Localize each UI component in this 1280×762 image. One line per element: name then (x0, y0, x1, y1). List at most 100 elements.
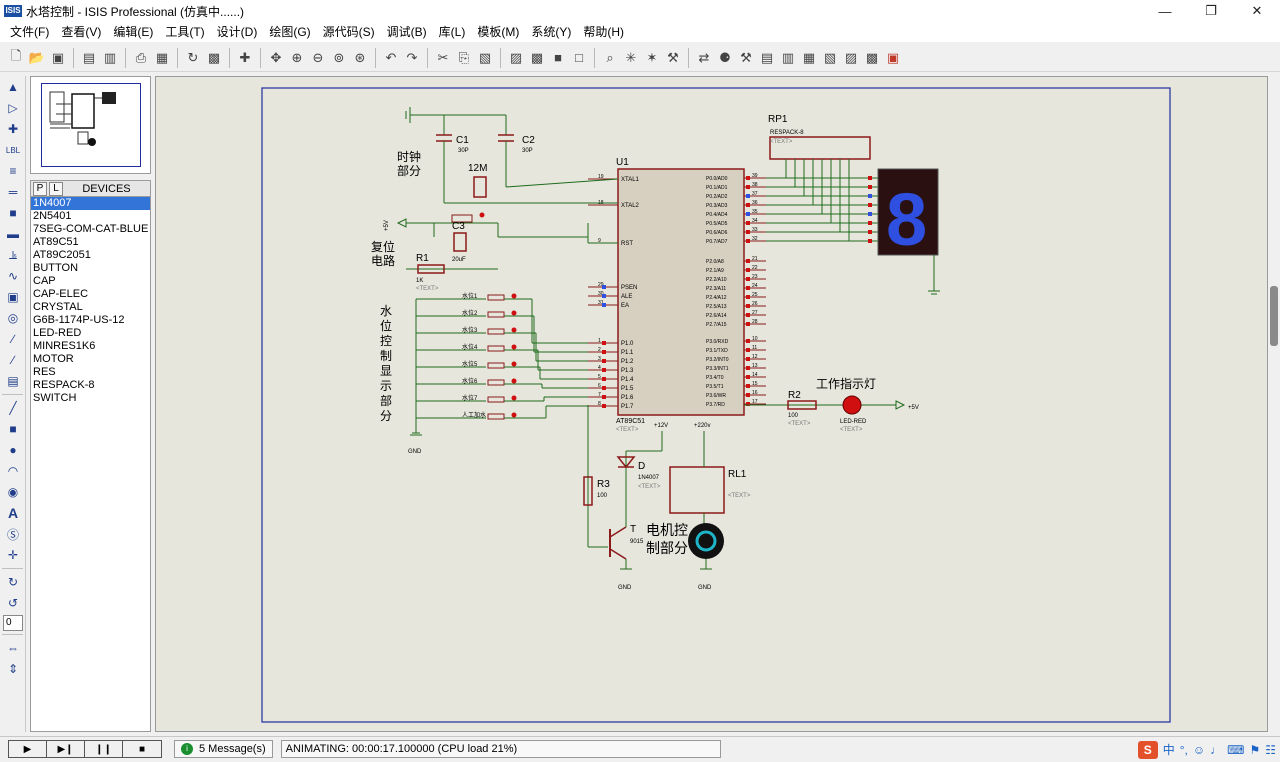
device-item[interactable]: 1N4007 (31, 197, 150, 210)
import-icon[interactable]: ▤ (79, 48, 99, 68)
export-icon[interactable]: ▥ (100, 48, 120, 68)
virtual-instruments-icon[interactable]: ▤ (2, 371, 24, 391)
bill-of-materials-icon[interactable]: ▧ (820, 48, 840, 68)
scrollbar-thumb[interactable] (1270, 286, 1278, 346)
menu-file[interactable]: 文件(F) (4, 22, 55, 42)
device-item[interactable]: MINRES1K6 (31, 340, 150, 353)
device-item[interactable]: CAP-ELEC (31, 288, 150, 301)
grid-icon[interactable]: ▩ (204, 48, 224, 68)
property-tool-icon[interactable]: ⚒ (736, 48, 756, 68)
menu-view[interactable]: 查看(V) (55, 22, 107, 42)
refresh-icon[interactable]: ↻ (183, 48, 203, 68)
device-item[interactable]: LED-RED (31, 327, 150, 340)
open-folder-icon[interactable]: 📂 (27, 48, 47, 68)
zoom-area-icon[interactable]: ⊛ (350, 48, 370, 68)
decompose-icon[interactable]: ⚒ (663, 48, 683, 68)
paste-icon[interactable]: ▧ (475, 48, 495, 68)
wire-autorouter-icon[interactable]: ⇄ (694, 48, 714, 68)
path-icon[interactable]: ◉ (2, 482, 24, 502)
menu-design[interactable]: 设计(D) (211, 22, 264, 42)
zoom-in-icon[interactable]: ⊕ (287, 48, 307, 68)
block-rotate-icon[interactable]: ■ (548, 48, 568, 68)
text-script-icon[interactable]: ≡ (2, 161, 24, 181)
overview-window[interactable] (30, 76, 151, 174)
device-item[interactable]: BUTTON (31, 262, 150, 275)
play-icon[interactable]: ▶ (9, 741, 47, 757)
device-pins-icon[interactable]: ⫡ (2, 245, 24, 265)
overview-viewport[interactable] (41, 83, 141, 167)
device-item[interactable]: RESPACK-8 (31, 379, 150, 392)
device-item[interactable]: 2N5401 (31, 210, 150, 223)
mirror-vertical-icon[interactable]: ⇕ (2, 659, 24, 679)
device-item[interactable]: AT89C51 (31, 236, 150, 249)
keyboard-icon[interactable]: ⌨ (1227, 743, 1244, 757)
graph-icon[interactable]: ∿ (2, 266, 24, 286)
voltage-probe-icon[interactable]: ∕ (2, 329, 24, 349)
menu-system[interactable]: 系统(Y) (525, 22, 577, 42)
device-item[interactable]: AT89C2051 (31, 249, 150, 262)
ares-icon[interactable]: ▣ (883, 48, 903, 68)
new-sheet-icon[interactable]: ▤ (757, 48, 777, 68)
ime-mode[interactable]: 中 (1163, 741, 1175, 758)
pause-icon[interactable]: ❙❙ (85, 741, 123, 757)
tape-recorder-icon[interactable]: ▣ (2, 287, 24, 307)
rotate-ccw-icon[interactable]: ↺ (2, 593, 24, 613)
circle-icon[interactable]: ● (2, 440, 24, 460)
packaging-icon[interactable]: ✶ (642, 48, 662, 68)
menu-template[interactable]: 模板(M) (471, 22, 525, 42)
save-icon[interactable]: ▣ (48, 48, 68, 68)
bus-icon[interactable]: ═ (2, 182, 24, 202)
device-item[interactable]: CAP (31, 275, 150, 288)
toolbox-icon[interactable]: ☷ (1265, 743, 1276, 757)
device-item[interactable]: MOTOR (31, 353, 150, 366)
new-file-icon[interactable]: 🗋 (6, 48, 26, 68)
block-move-icon[interactable]: ▩ (527, 48, 547, 68)
netlist-icon[interactable]: ▩ (862, 48, 882, 68)
sogou-ime-icon[interactable]: S (1137, 740, 1158, 759)
device-item[interactable]: G6B-1174P-US-12 (31, 314, 150, 327)
emoji-icon[interactable]: ☺ (1193, 743, 1205, 757)
restore-icon[interactable]: ❐ (1188, 0, 1234, 22)
mirror-horizontal-icon[interactable]: ⇔ (2, 638, 24, 658)
pick-device-icon[interactable]: ⌕ (600, 48, 620, 68)
menu-tools[interactable]: 工具(T) (159, 22, 210, 42)
undo-icon[interactable]: ↶ (381, 48, 401, 68)
zoom-all-icon[interactable]: ⊚ (329, 48, 349, 68)
search-tag-icon[interactable]: ⚈ (715, 48, 735, 68)
menu-debug[interactable]: 调试(B) (381, 22, 433, 42)
stop-icon[interactable]: ■ (123, 741, 161, 757)
message-count[interactable]: i 5 Message(s) (174, 740, 273, 758)
library-manager-button[interactable]: L (49, 181, 63, 196)
copy-icon[interactable]: ⎘ (454, 48, 474, 68)
minimize-icon[interactable]: — (1142, 0, 1188, 22)
rotation-angle-field[interactable]: 0 (3, 615, 23, 631)
block-copy-icon[interactable]: ▨ (506, 48, 526, 68)
zoom-out-icon[interactable]: ⊖ (308, 48, 328, 68)
electrical-check-icon[interactable]: ▨ (841, 48, 861, 68)
print-icon[interactable]: ⎙ (131, 48, 151, 68)
pan-icon[interactable]: ✥ (266, 48, 286, 68)
selection-mode-icon[interactable]: ▲ (2, 77, 24, 97)
block-delete-icon[interactable]: □ (569, 48, 589, 68)
goto-sheet-icon[interactable]: ▦ (799, 48, 819, 68)
marker-icon[interactable]: ✛ (2, 545, 24, 565)
subcircuit-icon[interactable]: ■ (2, 203, 24, 223)
pick-from-library-button[interactable]: P (33, 181, 47, 196)
microphone-icon[interactable]: ♩ (1210, 743, 1222, 757)
cut-icon[interactable]: ✂ (433, 48, 453, 68)
device-item[interactable]: CRYSTAL (31, 301, 150, 314)
text-icon[interactable]: A (2, 503, 24, 523)
line-icon[interactable]: ╱ (2, 398, 24, 418)
symbol-icon[interactable]: Ⓢ (2, 524, 24, 544)
device-item[interactable]: RES (31, 366, 150, 379)
punctuation-mode[interactable]: °, (1180, 743, 1188, 757)
menu-source[interactable]: 源代码(S) (317, 22, 381, 42)
wire-label-icon[interactable]: LBL (2, 140, 24, 160)
close-icon[interactable]: ✕ (1234, 0, 1280, 22)
menu-library[interactable]: 库(L) (433, 22, 472, 42)
device-item[interactable]: 7SEG-COM-CAT-BLUE (31, 223, 150, 236)
menu-graph[interactable]: 绘图(G) (263, 22, 316, 42)
menu-edit[interactable]: 编辑(E) (107, 22, 159, 42)
generator-icon[interactable]: ◎ (2, 308, 24, 328)
box-icon[interactable]: ■ (2, 419, 24, 439)
